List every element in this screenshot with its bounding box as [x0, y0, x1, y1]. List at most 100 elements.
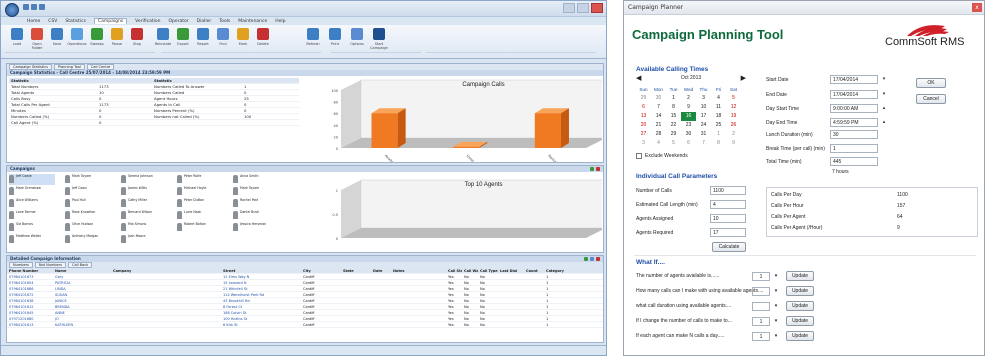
- ribbon-export-icon[interactable]: [177, 28, 189, 40]
- calendar-day[interactable]: 5: [666, 139, 681, 148]
- what-if-value-field[interactable]: 1: [752, 332, 770, 341]
- detail-header-cell[interactable]: Category: [544, 268, 568, 273]
- calendar-day[interactable]: 28: [651, 130, 666, 139]
- dropdown-icon[interactable]: [39, 4, 45, 10]
- detail-header-cell[interactable]: Notes: [391, 268, 446, 273]
- ribbon-sweeps-icon[interactable]: [91, 28, 103, 40]
- calendar-day[interactable]: 21: [651, 121, 666, 130]
- agent-card[interactable]: Daniel Bush: [233, 210, 279, 221]
- delete-icon[interactable]: [596, 257, 600, 261]
- calendar-day[interactable]: 7: [696, 139, 711, 148]
- ribbon-tab-help[interactable]: Help: [275, 19, 285, 24]
- calendar-day[interactable]: 9: [681, 103, 696, 112]
- calendar-day[interactable]: 4: [651, 139, 666, 148]
- agent-card[interactable]: Bernard Wilson: [121, 210, 167, 221]
- detail-header-cell[interactable]: Count: [524, 268, 544, 273]
- calendar-day[interactable]: 2: [726, 130, 741, 139]
- ribbon-tab-operator[interactable]: Operator: [168, 19, 188, 24]
- end-date-field[interactable]: 17/04/2014: [830, 90, 878, 99]
- ribbon-tab-home[interactable]: Home: [27, 19, 40, 24]
- agent-card[interactable]: Alice Williams: [9, 198, 55, 209]
- start-date-field[interactable]: 17/04/2014: [830, 75, 878, 84]
- ribbon-save-icon[interactable]: [51, 28, 63, 40]
- calendar-day[interactable]: 14: [651, 112, 666, 121]
- ribbon-tab-dialler[interactable]: Dialler: [197, 19, 212, 24]
- minimize-button[interactable]: [563, 3, 575, 13]
- ribbon-open-folder-icon[interactable]: [31, 28, 43, 40]
- ribbon-report-icon[interactable]: [197, 28, 209, 40]
- calendar-day[interactable]: 7: [651, 103, 666, 112]
- detail-header-cell[interactable]: City: [301, 268, 341, 273]
- agent-card[interactable]: Rose Knowlton: [65, 210, 111, 221]
- detail-header-cell[interactable]: Phone Number: [7, 268, 53, 273]
- update-button[interactable]: Update: [786, 271, 814, 281]
- calendar-day[interactable]: 3: [696, 94, 711, 103]
- ribbon-start-campaign-icon[interactable]: [373, 28, 385, 40]
- agent-card[interactable]: Jeff Cowie: [9, 174, 55, 185]
- undo-icon[interactable]: [31, 4, 37, 10]
- calendar-day[interactable]: 2: [681, 94, 696, 103]
- agent-card[interactable]: Paul Hull: [65, 198, 111, 209]
- agent-card[interactable]: Rachel Pott: [233, 198, 279, 209]
- agent-card[interactable]: Anna Smith: [233, 174, 279, 185]
- calendar-day[interactable]: 29: [666, 130, 681, 139]
- maximize-button[interactable]: [577, 3, 589, 13]
- table-row[interactable]: 07964101613 KATHLEEN 6 Kirk St Cardiff Yes No…: [7, 322, 603, 328]
- day-start-field[interactable]: 9:00:00 AM: [830, 104, 878, 113]
- estimated-call-length-field[interactable]: 4: [710, 200, 746, 209]
- calendar-day[interactable]: 11: [711, 103, 726, 112]
- what-if-value-field[interactable]: 1: [752, 272, 770, 281]
- calendar[interactable]: ◀ Oct 2013 ▶ Sun Mon Tue Wed Thu Fri Sat 29 30 1…: [636, 75, 746, 155]
- add-icon[interactable]: [584, 257, 588, 261]
- app-menu-button[interactable]: [5, 3, 19, 17]
- calendar-day[interactable]: 18: [711, 112, 726, 121]
- save-icon[interactable]: [23, 4, 29, 10]
- detail-header-cell[interactable]: [171, 268, 221, 273]
- ribbon-reinstate-icon[interactable]: [157, 28, 169, 40]
- day-start-spin-icon[interactable]: ▴: [880, 104, 888, 112]
- agent-card[interactable]: Matthew Walter: [9, 234, 55, 245]
- agent-card[interactable]: Anthony Morgan: [65, 234, 111, 245]
- agent-card[interactable]: Jeff Cown: [65, 186, 111, 197]
- calendar-day[interactable]: 5: [726, 94, 741, 103]
- calendar-day[interactable]: 10: [696, 103, 711, 112]
- calendar-day[interactable]: 25: [711, 121, 726, 130]
- ribbon-print-icon[interactable]: [329, 28, 341, 40]
- what-if-value-field[interactable]: 1: [752, 317, 770, 326]
- calendar-day[interactable]: 8: [666, 103, 681, 112]
- agent-card[interactable]: Mia Simons: [121, 222, 167, 233]
- detail-header-cell[interactable]: Last Dial: [498, 268, 524, 273]
- agents-assigned-field[interactable]: 10: [710, 214, 746, 223]
- update-button[interactable]: Update: [786, 331, 814, 341]
- ribbon-tab-tools[interactable]: Tools: [219, 19, 230, 24]
- agent-card[interactable]: Michael Hoyle: [177, 186, 223, 197]
- calendar-day[interactable]: 8: [711, 139, 726, 148]
- detail-header-cell[interactable]: Date: [371, 268, 391, 273]
- close-button[interactable]: [591, 3, 603, 13]
- ribbon-tab-maintenance[interactable]: Maintenance: [238, 19, 267, 24]
- calendar-day[interactable]: 3: [636, 139, 651, 148]
- what-if-spin-icon[interactable]: ▾: [772, 272, 780, 281]
- exclude-weekends-checkbox[interactable]: [636, 153, 642, 159]
- agent-card[interactable]: Josh Moore: [121, 234, 167, 245]
- detail-header-cell[interactable]: Call Stat: [446, 268, 462, 273]
- cancel-button[interactable]: Cancel: [916, 94, 946, 104]
- calendar-day[interactable]: 30: [651, 94, 666, 103]
- what-if-spin-icon[interactable]: ▾: [772, 332, 780, 341]
- calendar-day[interactable]: 16: [681, 112, 696, 121]
- detail-header-cell[interactable]: State: [341, 268, 371, 273]
- ribbon-tab-verification[interactable]: Verification: [135, 19, 160, 24]
- calendar-day[interactable]: 9: [726, 139, 741, 148]
- calendar-day[interactable]: 19: [726, 112, 741, 121]
- calendar-day[interactable]: 29: [636, 94, 651, 103]
- add-icon[interactable]: [590, 167, 594, 171]
- calendar-day[interactable]: 4: [711, 94, 726, 103]
- ribbon-tab-csv[interactable]: CSV: [48, 19, 57, 24]
- calendar-day[interactable]: 30: [681, 130, 696, 139]
- end-date-dropdown-icon[interactable]: ▾: [880, 90, 888, 98]
- agent-card[interactable]: Serena Johnson: [121, 174, 167, 185]
- start-date-dropdown-icon[interactable]: ▾: [880, 75, 888, 83]
- agent-card[interactable]: Sid Barnes: [9, 222, 55, 233]
- calendar-day[interactable]: 20: [636, 121, 651, 130]
- update-button[interactable]: Update: [786, 286, 814, 296]
